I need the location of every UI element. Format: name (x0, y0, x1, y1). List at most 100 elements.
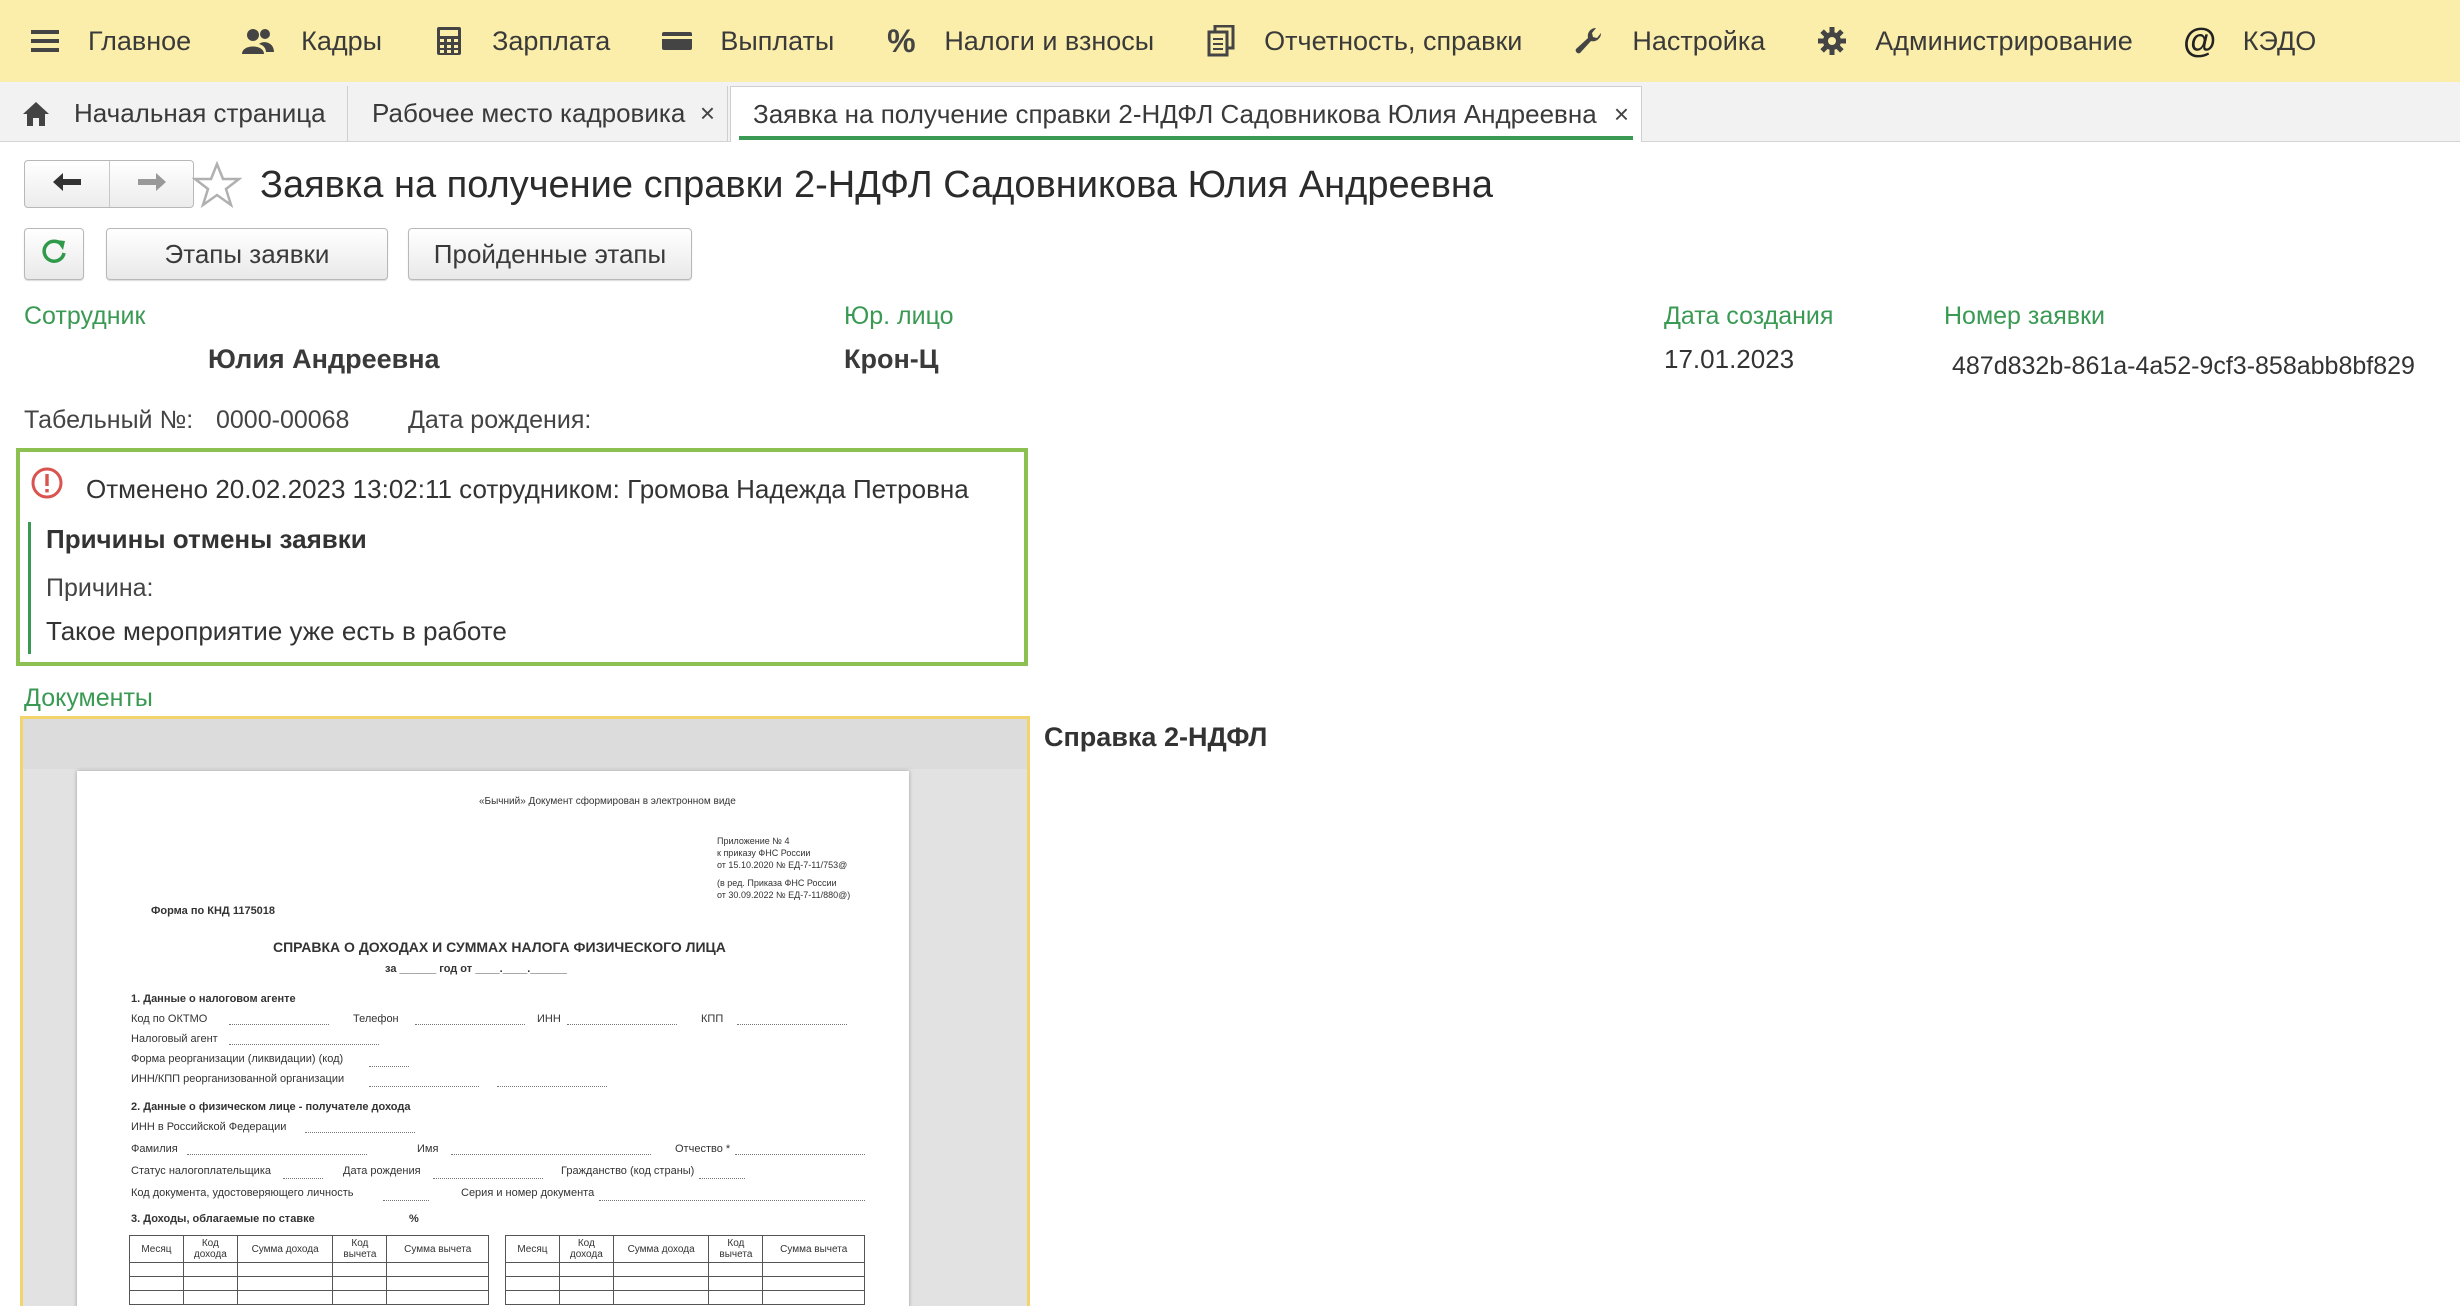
income-table-left: Месяц Код дохода Сумма дохода Код вычета… (129, 1235, 489, 1305)
document-preview[interactable]: «Бычний» Документ сформирован в электрон… (20, 716, 1030, 1306)
doc-dots (415, 1013, 525, 1025)
doc-dots (187, 1143, 367, 1155)
doc-dots (369, 1055, 409, 1067)
doc-section-1: 1. Данные о налоговом агенте (131, 993, 296, 1005)
doc-field-label: Дата рождения (343, 1165, 421, 1177)
doc-field-label: Статус налогоплательщика (131, 1165, 272, 1177)
reason-label: Причина: (46, 574, 154, 602)
created-date-label: Дата создания (1664, 302, 1834, 330)
doc-dots (737, 1013, 847, 1025)
doc-section-2: 2. Данные о физическом лице - получателе… (131, 1101, 411, 1113)
doc-field-label: Гражданство (код страны) (561, 1165, 695, 1177)
doc-dots (305, 1121, 415, 1133)
doc-dots (599, 1189, 865, 1201)
doc-dots (497, 1075, 607, 1087)
menu-label: Администрирование (1875, 25, 2133, 56)
doc-period: за ______ год от ____.____.______ (385, 963, 567, 975)
reasons-accent-bar (28, 522, 31, 654)
wrench-icon (1572, 24, 1606, 58)
doc-title: СПРАВКА О ДОХОДАХ И СУММАХ НАЛОГА ФИЗИЧЕ… (273, 939, 726, 955)
tab-label: Начальная страница (74, 98, 326, 128)
doc-field-label: Телефон (353, 1013, 399, 1025)
forward-button[interactable] (109, 161, 193, 207)
documents-icon (1204, 24, 1238, 58)
employee-label[interactable]: Сотрудник (24, 302, 145, 331)
menu-item-salary[interactable]: Зарплата (404, 0, 632, 82)
doc-appendix-line: от 15.10.2020 № ЕД-7-11/753@ (717, 860, 848, 870)
favorite-star-icon[interactable] (191, 160, 243, 210)
refresh-button[interactable] (24, 228, 84, 280)
doc-field-label: КПП (701, 1013, 724, 1025)
doc-appendix-line: от 30.09.2022 № ЕД-7-11/880@) (717, 890, 851, 900)
personnel-number-value: 0000-00068 (216, 406, 350, 434)
doc-dots (699, 1167, 745, 1179)
doc-stamp: «Бычний» Документ сформирован в электрон… (479, 796, 736, 807)
documents-label: Документы (24, 684, 153, 712)
open-tabs-bar: Начальная страница Рабочее место кадрови… (0, 82, 2460, 142)
close-icon[interactable]: × (700, 98, 715, 129)
birth-date-label: Дата рождения: (408, 406, 592, 434)
doc-section-3-percent: % (409, 1213, 419, 1225)
table-header: Месяц (505, 1235, 560, 1263)
doc-dots (229, 1013, 329, 1025)
doc-field-label: Форма реорганизации (ликвидации) (код) (131, 1053, 344, 1065)
legal-entity-value: Крон-Ц (844, 344, 939, 374)
legal-entity-label[interactable]: Юр. лицо (844, 302, 954, 331)
doc-field-label: Код по ОКТМО (131, 1013, 208, 1025)
close-icon[interactable]: × (1614, 99, 1629, 130)
wallet-icon (660, 24, 694, 58)
menu-label: Настройка (1632, 25, 1766, 56)
reason-text: Такое мероприятие уже есть в работе (46, 616, 507, 646)
request-stages-button[interactable]: Этапы заявки (106, 228, 388, 280)
hamburger-icon (28, 24, 62, 58)
doc-field-label: Серия и номер документа (461, 1187, 595, 1199)
menu-item-settings[interactable]: Настройка (1544, 0, 1787, 82)
menu-label: Главное (88, 25, 192, 56)
request-number-label: Номер заявки (1944, 302, 2105, 330)
menu-item-admin[interactable]: Администрирование (1787, 0, 2154, 82)
request-number-value: 487d832b-861a-4a52-9cf3-858abb8bf829 (1952, 352, 2415, 380)
table-header: Сумма дохода (236, 1235, 334, 1263)
created-date-value: 17.01.2023 (1664, 344, 1795, 374)
tab-request-2ndfl[interactable]: Заявка на получение справки 2-НДФЛ Садов… (730, 86, 1642, 142)
menu-item-reports[interactable]: Отчетность, справки (1176, 0, 1544, 82)
doc-field-label: Налоговый агент (131, 1033, 218, 1045)
menu-item-payments[interactable]: Выплаты (632, 0, 856, 82)
menu-label: КЭДО (2242, 25, 2317, 56)
menu-item-main[interactable]: Главное (0, 0, 213, 82)
menu-item-kedo[interactable]: @ КЭДО (2155, 0, 2339, 82)
table-header: Сумма вычета (762, 1235, 865, 1263)
personnel-number-label: Табельный №: (24, 406, 194, 434)
history-nav (24, 160, 194, 208)
menu-label: Налоги и взносы (944, 25, 1155, 56)
people-icon (241, 24, 275, 58)
cancellation-status: Отменено 20.02.2023 13:02:11 сотрудником… (86, 474, 969, 504)
doc-dots (369, 1075, 479, 1087)
tab-hr-workplace[interactable]: Рабочее место кадровика × (350, 86, 728, 141)
doc-dots (229, 1033, 379, 1045)
arrow-right-icon (136, 171, 168, 198)
refresh-icon (40, 237, 68, 272)
menu-item-taxes[interactable]: % Налоги и взносы (856, 0, 1176, 82)
employee-value: Юлия Андреевна (208, 344, 440, 374)
tab-home[interactable]: Начальная страница (0, 86, 348, 141)
calculator-icon (432, 24, 466, 58)
income-table-right: Месяц Код дохода Сумма дохода Код вычета… (505, 1235, 865, 1305)
table-header: Сумма дохода (612, 1235, 710, 1263)
arrow-left-icon (51, 171, 83, 198)
passed-stages-button[interactable]: Пройденные этапы (408, 228, 692, 280)
menu-label: Отчетность, справки (1264, 25, 1523, 56)
table-header: Код дохода (182, 1235, 238, 1263)
doc-field-label: Фамилия (131, 1143, 178, 1155)
main-menu-bar: Главное Кадры Зарплата Выплаты % Налоги … (0, 0, 2460, 82)
percent-icon: % (887, 22, 916, 59)
doc-dots (735, 1143, 865, 1155)
doc-section-3: 3. Доходы, облагаемые по ставке (131, 1213, 315, 1225)
menu-item-hr[interactable]: Кадры (213, 0, 404, 82)
back-button[interactable] (25, 161, 109, 207)
doc-form-code: Форма по КНД 1175018 (151, 905, 276, 917)
document-caption[interactable]: Справка 2-НДФЛ (1044, 722, 1267, 753)
doc-field-label: Отчество * (675, 1143, 731, 1155)
home-icon (22, 101, 50, 127)
menu-label: Выплаты (720, 25, 835, 56)
